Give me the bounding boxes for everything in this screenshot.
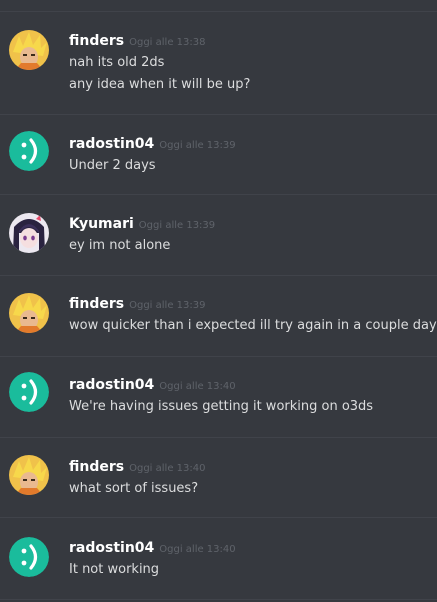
message-timestamp: Oggi alle 13:39 — [138, 220, 216, 231]
message-text: ey im not alone — [69, 238, 171, 253]
message-text: Under 2 days — [69, 158, 156, 173]
message-divider — [0, 356, 437, 357]
message-text: nah its old 2ds — [69, 55, 165, 70]
smiley-avatar[interactable] — [9, 131, 49, 171]
author-name[interactable]: radostin04 — [69, 377, 154, 393]
message-text: It not working — [69, 562, 160, 577]
message-author[interactable]: finders Oggi alle 13:39 — [69, 296, 205, 314]
smiley-avatar[interactable] — [9, 372, 49, 412]
message-timestamp: Oggi alle 13:39 — [129, 300, 206, 311]
message-divider — [0, 437, 437, 438]
message-divider — [0, 599, 437, 600]
message-author[interactable]: Kyumari Oggi alle 13:39 — [69, 216, 215, 234]
message-author[interactable]: finders Oggi alle 13:40 — [69, 459, 205, 477]
message-text: wow quicker than i expected ill try agai… — [69, 318, 437, 333]
message-timestamp: Oggi alle 13:40 — [159, 381, 236, 392]
message-author[interactable]: radostin04 Oggi alle 13:39 — [69, 136, 236, 154]
smiley-avatar[interactable] — [9, 537, 49, 577]
message-timestamp: Oggi alle 13:38 — [129, 37, 206, 48]
author-name[interactable]: finders — [69, 459, 124, 475]
message-timestamp: Oggi alle 13:39 — [159, 140, 236, 151]
chat-message-list: finders Oggi alle 13:38 nah its old 2ds a… — [0, 0, 437, 602]
message-author[interactable]: finders Oggi alle 13:38 — [69, 33, 205, 51]
author-name[interactable]: radostin04 — [69, 136, 154, 152]
message-timestamp: Oggi alle 13:40 — [129, 463, 206, 474]
message-divider — [0, 11, 437, 12]
finders-avatar[interactable] — [9, 30, 49, 70]
kyumari-avatar[interactable] — [9, 213, 49, 253]
message-text: what sort of issues? — [69, 481, 199, 496]
message-divider — [0, 194, 437, 195]
message-text: any idea when it will be up? — [69, 77, 251, 92]
finders-avatar[interactable] — [9, 293, 49, 333]
author-name[interactable]: finders — [69, 296, 124, 312]
author-name[interactable]: radostin04 — [69, 540, 154, 556]
message-divider — [0, 114, 437, 115]
author-name[interactable]: finders — [69, 33, 124, 49]
message-timestamp: Oggi alle 13:40 — [159, 544, 236, 555]
finders-avatar[interactable] — [9, 455, 49, 495]
message-author[interactable]: radostin04 Oggi alle 13:40 — [69, 377, 236, 395]
message-divider — [0, 517, 437, 518]
message-divider — [0, 275, 437, 276]
author-name[interactable]: Kyumari — [69, 216, 134, 232]
message-author[interactable]: radostin04 Oggi alle 13:40 — [69, 540, 236, 558]
message-text: We're having issues getting it working o… — [69, 399, 374, 414]
